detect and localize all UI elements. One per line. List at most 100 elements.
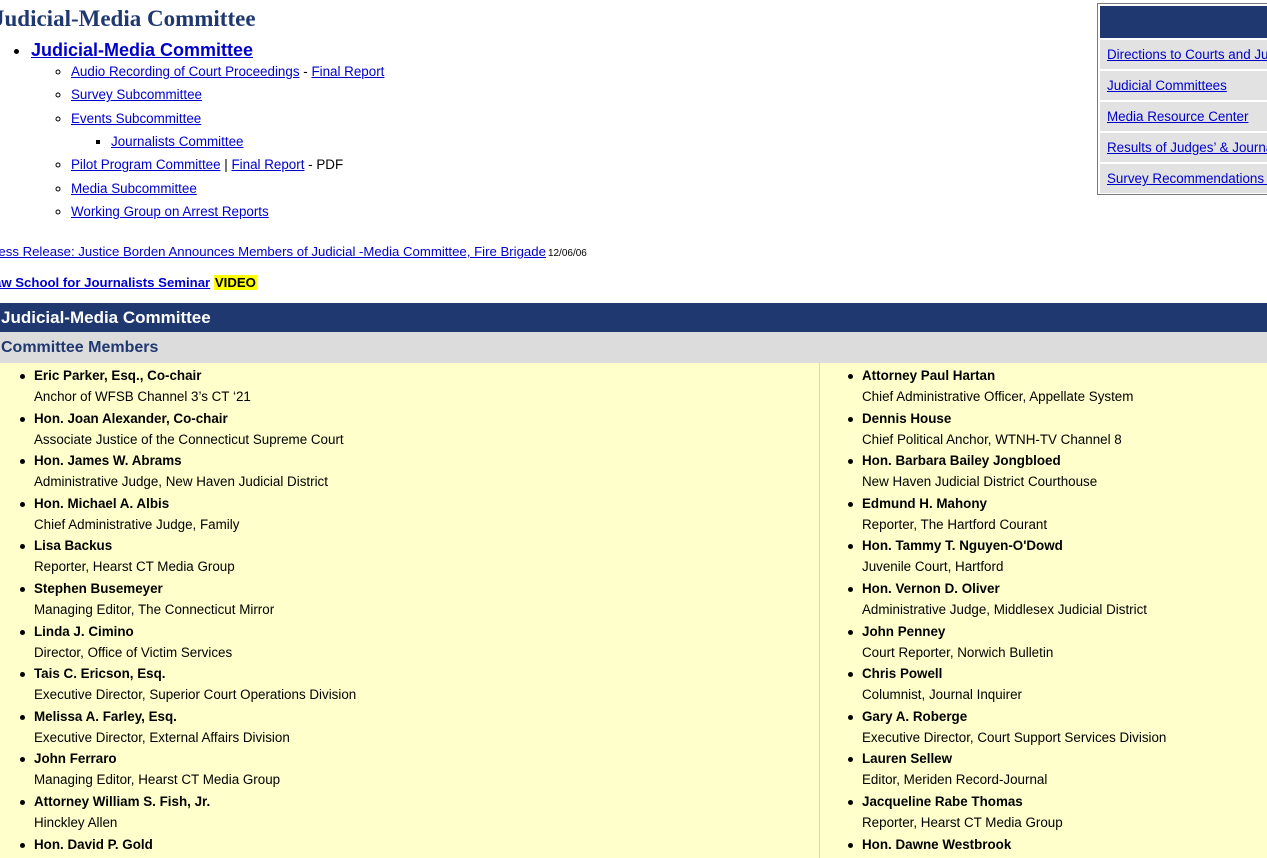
member-name: Hon. David P. Gold bbox=[34, 836, 153, 852]
member-role: Chief Political Anchor, WTNH-TV Channel … bbox=[862, 431, 1122, 447]
member-role: New Haven Judicial District Courthouse bbox=[862, 474, 1098, 490]
member-name: Hon. Barbara Bailey Jongbloed bbox=[862, 453, 1061, 469]
member-name: Hon. Dawne Westbrook bbox=[862, 836, 1012, 852]
member-role: Reporter, Hearst CT Media Group bbox=[862, 814, 1063, 830]
working-group-link[interactable]: Working Group on Arrest Reports bbox=[71, 204, 269, 219]
members-left-column: Eric Parker, Esq., Co-chair Anchor of WFS… bbox=[0, 363, 820, 858]
member-role: Columnist, Journal Inquirer bbox=[862, 687, 1023, 703]
member-role: Executive Director, Superior Court Opera… bbox=[34, 687, 357, 703]
member-role: Associate Justice of the Connecticut Sup… bbox=[34, 431, 344, 447]
member-role: Reporter, The Hartford Courant bbox=[862, 516, 1048, 532]
member-role: Managing Editor, Hearst CT Media Group bbox=[34, 772, 281, 788]
member-role: Chief Administrative Officer, Appellate … bbox=[862, 389, 1134, 404]
member-role: Administrative Judge, New Haven Judicial… bbox=[34, 474, 328, 490]
member-name: John Penney bbox=[862, 623, 946, 639]
member-name: Melissa A. Farley, Esq. bbox=[34, 708, 177, 724]
quick-link[interactable]: Judicial Committees bbox=[1107, 78, 1227, 93]
member-role: Court Reporter, Norwich Bulletin bbox=[862, 644, 1054, 660]
quick-link-row: Directions to Courts and Judicial Facili… bbox=[1100, 40, 1267, 69]
quick-link[interactable]: Directions to Courts and Judicial Facili… bbox=[1107, 47, 1267, 62]
nav-item-audio: Audio Recording of Court Proceedings - F… bbox=[71, 64, 384, 79]
member-role: Director, Office of Victim Services bbox=[34, 644, 233, 660]
member-role: Chief Administrative Judge, Family bbox=[34, 516, 240, 532]
media-subcommittee-link[interactable]: Media Subcommittee bbox=[71, 181, 197, 196]
member-item: Tais C. Ericson, Esq. Executive Director,… bbox=[0, 661, 819, 704]
audio-recording-link[interactable]: Audio Recording of Court Proceedings bbox=[71, 64, 300, 79]
member-name: John Ferraro bbox=[34, 751, 117, 767]
law-school-link[interactable]: aw School for Journalists Seminar bbox=[0, 275, 210, 290]
nav-item-working-group: Working Group on Arrest Reports bbox=[71, 204, 384, 219]
press-release-date: 12/06/06 bbox=[547, 248, 587, 259]
member-item: Lauren Sellew Editor, Meriden Record-Jour… bbox=[820, 746, 1267, 789]
nav-root-link[interactable]: Judicial-Media Committee bbox=[31, 40, 253, 60]
member-item: Dennis House Chief Political Anchor, WTNH… bbox=[820, 406, 1267, 449]
member-name: Chris Powell bbox=[862, 666, 943, 682]
audio-separator: - bbox=[299, 64, 312, 79]
member-name: Jacqueline Rabe Thomas bbox=[862, 793, 1023, 809]
member-item: Hon. Michael A. Albis Chief Administrativ… bbox=[0, 491, 819, 534]
members-right-column: Attorney Paul Hartan Chief Administrative… bbox=[820, 363, 1267, 858]
member-item: John Ferraro Managing Editor, Hearst CT M… bbox=[0, 746, 819, 789]
nav-item-events: Events Subcommittee Journalists Committe… bbox=[71, 111, 384, 149]
member-role: Juvenile Court, Hartford bbox=[862, 559, 1004, 575]
quick-link[interactable]: Survey Recommendations Report bbox=[1107, 171, 1267, 186]
press-release-line: ress Release: Justice Borden Announces M… bbox=[0, 244, 587, 259]
pilot-separator: | bbox=[220, 157, 232, 173]
member-item: Melissa A. Farley, Esq. Executive Directo… bbox=[0, 704, 819, 747]
member-item: Attorney Paul Hartan Chief Administrative… bbox=[820, 363, 1267, 406]
pilot-final-report-link[interactable]: Final Report bbox=[232, 157, 305, 172]
nav-item-journalists: Journalists Committee bbox=[111, 134, 384, 149]
member-name: Dennis House bbox=[862, 410, 952, 426]
member-name: Hon. James W. Abrams bbox=[34, 453, 182, 469]
quick-link-row: Results of Judges’ & Journalists’ Survey bbox=[1100, 133, 1267, 162]
member-role: Executive Director, External Affairs Div… bbox=[34, 729, 290, 745]
member-role: Executive Director, Court Support Servic… bbox=[862, 729, 1167, 745]
member-role bbox=[862, 852, 1267, 858]
member-item: Linda J. Cimino Director, Office of Victi… bbox=[0, 619, 819, 662]
member-role: Hinckley Allen bbox=[34, 814, 118, 830]
quick-links-header bbox=[1100, 6, 1267, 38]
quick-link[interactable]: Media Resource Center bbox=[1107, 109, 1248, 124]
nav-item-media: Media Subcommittee bbox=[71, 181, 384, 196]
page-title: Judicial-Media Committee bbox=[0, 6, 256, 31]
pdf-label: - PDF bbox=[304, 157, 344, 173]
member-name: Hon. Vernon D. Oliver bbox=[862, 580, 1000, 596]
member-role: Anchor of WFSB Channel 3’s CT ‘21 bbox=[34, 389, 251, 404]
member-role: Editor, Meriden Record-Journal bbox=[862, 772, 1048, 788]
quick-link[interactable]: Results of Judges’ & Journalists’ Survey bbox=[1107, 140, 1267, 155]
section-header: Judicial-Media Committee bbox=[0, 303, 1267, 332]
pilot-program-link[interactable]: Pilot Program Committee bbox=[71, 157, 221, 172]
member-item: Hon. Dawne Westbrook bbox=[820, 832, 1267, 858]
press-release-link[interactable]: ress Release: Justice Borden Announces M… bbox=[0, 244, 546, 259]
member-item: Jacqueline Rabe Thomas Reporter, Hearst C… bbox=[820, 789, 1267, 832]
member-name: Edmund H. Mahony bbox=[862, 495, 987, 511]
member-name: Hon. Michael A. Albis bbox=[34, 495, 170, 511]
member-item: Hon. David P. Gold bbox=[0, 832, 819, 858]
video-badge[interactable]: VIDEO bbox=[213, 275, 257, 290]
nav-item-survey: Survey Subcommittee bbox=[71, 87, 384, 102]
member-name: Lauren Sellew bbox=[862, 751, 953, 767]
member-name: Lisa Backus bbox=[34, 538, 113, 554]
member-name: Linda J. Cimino bbox=[34, 623, 134, 639]
member-name: Attorney William S. Fish, Jr. bbox=[34, 793, 211, 809]
events-subcommittee-link[interactable]: Events Subcommittee bbox=[71, 111, 201, 126]
member-name: Hon. Tammy T. Nguyen-O'Dowd bbox=[862, 538, 1063, 554]
events-sub-list: Journalists Committee bbox=[71, 126, 384, 149]
nav-item-pilot: Pilot Program Committee | Final Report -… bbox=[71, 157, 384, 172]
quick-link-row: Survey Recommendations Report bbox=[1100, 164, 1267, 193]
journalists-committee-link[interactable]: Journalists Committee bbox=[111, 134, 243, 149]
member-item: Hon. Vernon D. Oliver Administrative Judg… bbox=[820, 576, 1267, 619]
member-item: Eric Parker, Esq., Co-chair Anchor of WFS… bbox=[0, 363, 819, 406]
member-item: Hon. Barbara Bailey Jongbloed New Haven J… bbox=[820, 448, 1267, 491]
member-name: Tais C. Ericson, Esq. bbox=[34, 666, 166, 682]
committee-members-header: Committee Members bbox=[0, 332, 1267, 363]
audio-final-report-link[interactable]: Final Report bbox=[311, 64, 384, 79]
member-item: Hon. Tammy T. Nguyen-O'Dowd Juvenile Cour… bbox=[820, 533, 1267, 576]
nav-sub-list: Audio Recording of Court Proceedings - F… bbox=[31, 61, 384, 219]
member-name: Stephen Busemeyer bbox=[34, 580, 163, 596]
member-item: Chris Powell Columnist, Journal Inquirer bbox=[820, 661, 1267, 704]
member-item: Attorney William S. Fish, Jr. Hinckley Al… bbox=[0, 789, 819, 832]
member-item: Edmund H. Mahony Reporter, The Hartford C… bbox=[820, 491, 1267, 534]
survey-subcommittee-link[interactable]: Survey Subcommittee bbox=[71, 87, 202, 102]
member-item: Stephen Busemeyer Managing Editor, The Co… bbox=[0, 576, 819, 619]
